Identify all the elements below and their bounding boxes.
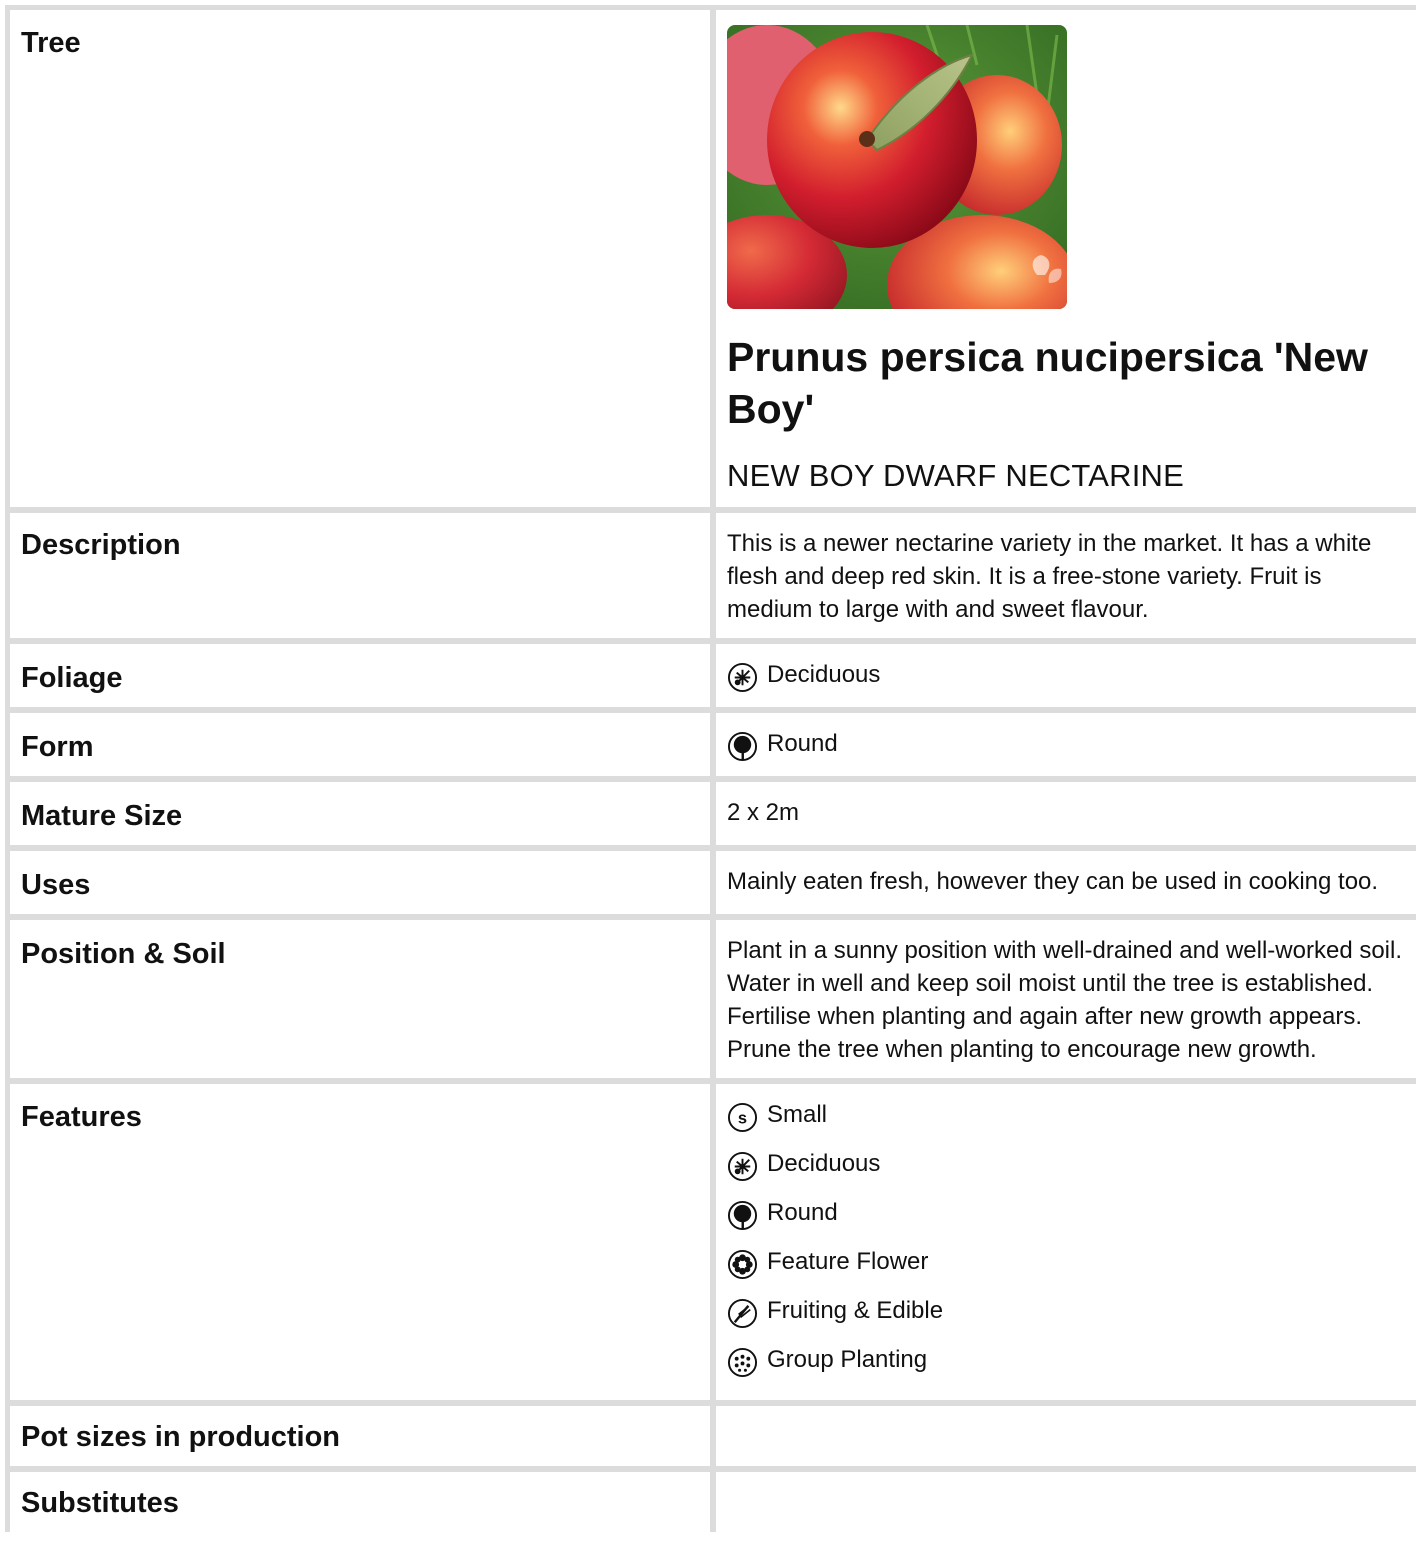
row-label-tree: Tree: [10, 10, 710, 507]
foliage-value: Deciduous: [767, 661, 881, 688]
feature-item: Deciduous: [727, 1147, 1405, 1182]
row-value-substitutes: [716, 1472, 1416, 1532]
row-value-mature-size: 2 x 2m: [716, 782, 1416, 845]
row-label-features: Features: [10, 1084, 710, 1400]
row-label-form: Form: [10, 713, 710, 776]
feature-label: Fruiting & Edible: [767, 1297, 944, 1324]
feature-item: Fruiting & Edible: [727, 1294, 1405, 1329]
row-value-form: Round: [716, 713, 1416, 776]
group-planting-icon: [727, 1347, 758, 1378]
row-value-features: s Small Deciduous Round Feature Flower F…: [716, 1084, 1416, 1400]
row-label-position-soil: Position & Soil: [10, 920, 710, 1078]
row-label-substitutes: Substitutes: [10, 1472, 710, 1532]
feature-label: Deciduous: [767, 1150, 881, 1177]
row-label-uses: Uses: [10, 851, 710, 914]
row-label-description: Description: [10, 513, 710, 638]
feature-item: s Small: [727, 1098, 1405, 1133]
plant-photo: [727, 25, 1067, 309]
row-label-pot-sizes: Pot sizes in production: [10, 1406, 710, 1466]
small-icon: s: [727, 1102, 758, 1133]
nectarine-image: [727, 25, 1067, 309]
row-label-mature-size: Mature Size: [10, 782, 710, 845]
row-value-pot-sizes: [716, 1406, 1416, 1466]
feature-item: Feature Flower: [727, 1245, 1405, 1280]
svg-text:s: s: [738, 1109, 747, 1127]
row-value-foliage: Deciduous: [716, 644, 1416, 707]
deciduous-icon: [727, 1151, 758, 1182]
row-label-foliage: Foliage: [10, 644, 710, 707]
deciduous-icon: [727, 662, 758, 693]
feature-label: Round: [767, 1199, 838, 1226]
form-value: Round: [767, 730, 838, 757]
row-value-uses: Mainly eaten fresh, however they can be …: [716, 851, 1416, 914]
plant-common-name: NEW BOY DWARF NECTARINE: [727, 458, 1184, 493]
plant-botanical-name: Prunus persica nucipersica 'New Boy': [727, 334, 1368, 432]
feature-label: Small: [767, 1101, 828, 1128]
feature-label: Group Planting: [767, 1346, 928, 1373]
fruiting-edible-icon: [727, 1298, 758, 1329]
row-value-tree: Prunus persica nucipersica 'New Boy' NEW…: [716, 10, 1416, 507]
feature-label: Feature Flower: [767, 1248, 929, 1275]
feature-flower-icon: [727, 1249, 758, 1280]
plant-spec-table: Tree Prunus persica nucipersica 'New Boy…: [5, 5, 1416, 1532]
feature-item: Group Planting: [727, 1343, 1405, 1378]
feature-item: Round: [727, 1196, 1405, 1231]
row-value-position-soil: Plant in a sunny position with well-drai…: [716, 920, 1416, 1078]
round-tree-icon: [727, 731, 758, 762]
row-value-description: This is a newer nectarine variety in the…: [716, 513, 1416, 638]
round-tree-icon: [727, 1200, 758, 1231]
